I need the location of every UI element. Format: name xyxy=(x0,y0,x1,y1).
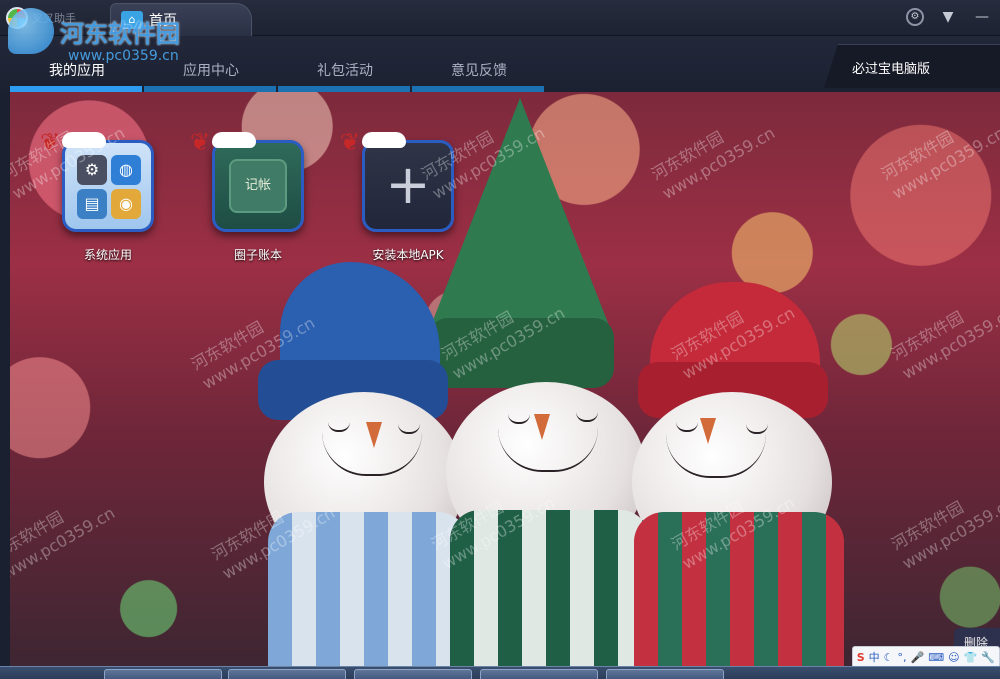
tab-gift-events-label: 礼包活动 xyxy=(317,63,373,79)
globe-icon: ◍ xyxy=(111,155,141,185)
watermark-text: 河东软件园 www.pc0359.cn xyxy=(647,123,779,203)
tab-feedback[interactable]: 意见反馈 xyxy=(412,36,546,92)
pc-version-link[interactable]: 必过宝电脑版 xyxy=(824,44,1000,88)
app-logo: 叉叉助手 xyxy=(6,6,76,30)
watermark-text: 河东软件园 www.pc0359.cn xyxy=(887,493,1000,573)
desktop-content: ⚙ ◍ ▤ ◉ ❦ 系统应用 记帐 ❦ 圈子账本 + ❦ 安装本地APK 河东软… xyxy=(10,92,1000,666)
app-system[interactable]: ⚙ ◍ ▤ ◉ ❦ 系统应用 xyxy=(40,128,168,263)
ledger-book-icon: 记帐 xyxy=(229,159,287,213)
minimize-icon[interactable]: — xyxy=(972,7,992,27)
title-bar: 叉叉助手 ⌂ 首页 ⚙ ▼ — xyxy=(0,0,1000,36)
moon-icon[interactable]: ☾ xyxy=(884,651,894,664)
notes-icon: ▤ xyxy=(77,189,107,219)
taskbar-button[interactable] xyxy=(104,669,222,679)
taskbar xyxy=(0,666,1000,679)
tab-my-apps-label: 我的应用 xyxy=(49,63,105,79)
tab-gift-events[interactable]: 礼包活动 xyxy=(278,36,412,92)
scarf-middle xyxy=(450,510,650,666)
install-apk-tile: + xyxy=(362,140,454,232)
camera-icon: ◉ xyxy=(111,189,141,219)
holly-icon: ❦ xyxy=(190,128,211,156)
taskbar-button[interactable] xyxy=(606,669,724,679)
tab-app-center[interactable]: 应用中心 xyxy=(144,36,278,92)
ime-mode[interactable]: 中 xyxy=(869,649,880,665)
snow-cap xyxy=(362,132,406,148)
keyboard-icon[interactable]: ⌨ xyxy=(928,651,944,664)
settings-icon[interactable]: ⚙ xyxy=(906,8,924,26)
user-icon[interactable]: ☺ xyxy=(948,651,959,664)
nav-bar: 我的应用 应用中心 礼包活动 意见反馈 必过宝电脑版 xyxy=(0,36,1000,92)
app-circle-ledger[interactable]: 记帐 ❦ 圈子账本 xyxy=(190,128,318,263)
scarf-left xyxy=(268,512,468,666)
system-apps-icon: ⚙ ◍ ▤ ◉ xyxy=(62,140,154,232)
tab-my-apps[interactable]: 我的应用 xyxy=(10,36,144,92)
tab-home-label: 首页 xyxy=(149,13,177,29)
ime-toolbar: S 中 ☾ °, 🎤 ⌨ ☺ 👕 🔧 xyxy=(851,646,1000,668)
home-icon: ⌂ xyxy=(121,11,143,29)
gear-icon: ⚙ xyxy=(77,155,107,185)
holly-icon: ❦ xyxy=(40,128,61,156)
tab-feedback-label: 意见反馈 xyxy=(451,63,507,79)
tab-home[interactable]: ⌂ 首页 xyxy=(110,3,252,36)
green-hat-band xyxy=(428,318,614,388)
microphone-icon[interactable]: 🎤 xyxy=(911,651,925,664)
taskbar-button[interactable] xyxy=(480,669,598,679)
app-install-apk[interactable]: + ❦ 安装本地APK xyxy=(340,128,468,263)
watermark-text: 河东软件园 www.pc0359.cn xyxy=(877,123,1000,203)
taskbar-button[interactable] xyxy=(354,669,472,679)
circle-ledger-icon: 记帐 xyxy=(212,140,304,232)
logo-icon xyxy=(6,7,28,29)
tab-app-center-label: 应用中心 xyxy=(183,63,239,79)
plus-icon: + xyxy=(385,153,431,216)
shirt-icon[interactable]: 👕 xyxy=(964,651,978,664)
watermark-text: 河东软件园 www.pc0359.cn xyxy=(887,303,1000,383)
app-label: 圈子账本 xyxy=(233,248,282,262)
menu-down-icon[interactable]: ▼ xyxy=(938,7,958,27)
logo-text: 叉叉助手 xyxy=(32,12,76,25)
snow-cap xyxy=(212,132,256,148)
wrench-icon[interactable]: 🔧 xyxy=(981,651,995,664)
scarf-right xyxy=(634,512,844,666)
taskbar-button[interactable] xyxy=(228,669,346,679)
window-controls: ⚙ ▼ — xyxy=(906,4,1000,30)
snow-cap xyxy=(62,132,106,148)
watermark-text: 河东软件园 www.pc0359.cn xyxy=(10,503,119,583)
sogou-ime-icon[interactable]: S xyxy=(857,651,865,664)
nav-tabs: 我的应用 应用中心 礼包活动 意见反馈 xyxy=(10,36,546,92)
holly-icon: ❦ xyxy=(340,128,361,156)
punctuation-icon[interactable]: °, xyxy=(898,651,907,664)
app-label: 系统应用 xyxy=(83,248,132,262)
app-label: 安装本地APK xyxy=(372,248,444,262)
